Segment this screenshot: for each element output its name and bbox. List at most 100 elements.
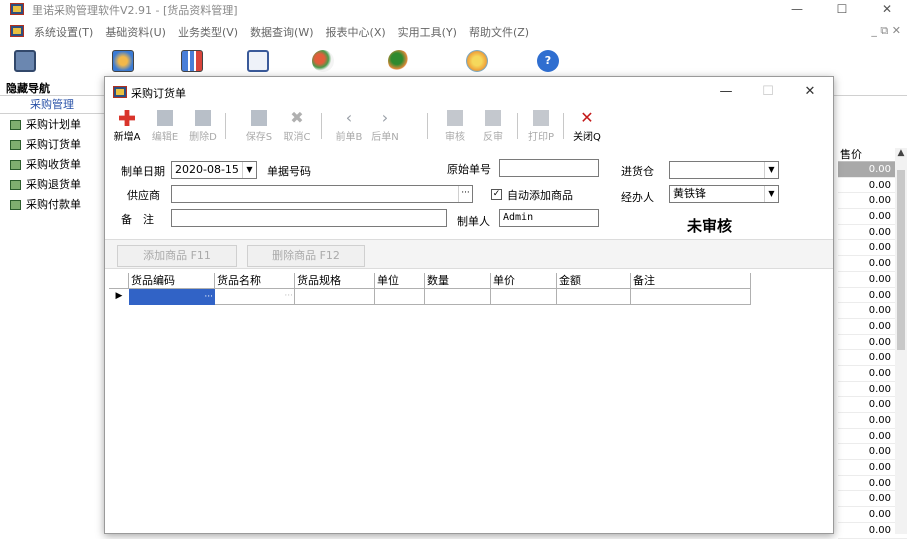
goods-button-bar: 添加商品 F11 删除商品 F12 — [105, 239, 833, 269]
minimize-button[interactable]: — — [777, 0, 817, 18]
scroll-thumb[interactable] — [897, 170, 905, 350]
col-quantity[interactable]: 数量 — [425, 273, 491, 289]
col-unit[interactable]: 单位 — [375, 273, 425, 289]
auto-add-label: 自动添加商品 — [507, 189, 573, 202]
maker-input[interactable]: Admin — [499, 209, 599, 227]
cell-remark[interactable] — [631, 289, 751, 305]
row-header-corner — [109, 273, 129, 289]
next-order-button[interactable]: › 后单N — [367, 109, 403, 144]
unaudit-icon — [485, 110, 501, 126]
remark-input[interactable] — [171, 209, 447, 227]
handler-value: 黄铁锋 — [673, 187, 706, 200]
menu-data-query[interactable]: 数据查询(W) — [250, 24, 313, 40]
supplier-lookup-button[interactable]: ··· — [458, 186, 472, 202]
menu-help[interactable]: 帮助文件(Z) — [469, 24, 529, 40]
close-order-button[interactable]: ✕ 关闭Q — [569, 108, 605, 144]
warehouse-select[interactable]: ▼ — [669, 161, 779, 179]
col-goods-code[interactable]: 货品编码 — [129, 273, 215, 289]
nav-item-label: 采购付款单 — [26, 198, 81, 211]
handler-label: 经办人 — [621, 191, 654, 204]
child-minimize-button[interactable]: — — [705, 77, 747, 107]
cell-goods-name[interactable]: ··· — [215, 289, 295, 305]
menu-basic-data[interactable]: 基础资料(U) — [105, 24, 166, 40]
col-unit-price[interactable]: 单价 — [491, 273, 557, 289]
auto-add-checkbox[interactable]: ✓ — [491, 189, 502, 200]
orig-no-input[interactable] — [499, 159, 599, 177]
add-goods-button[interactable]: 添加商品 F11 — [117, 245, 237, 267]
cell-amount[interactable] — [557, 289, 631, 305]
users-icon[interactable] — [388, 50, 410, 72]
nav-item-label: 采购订货单 — [26, 138, 81, 151]
handler-select[interactable]: 黄铁锋 ▼ — [669, 185, 779, 203]
unaudit-button[interactable]: 反审 — [475, 109, 511, 143]
date-picker[interactable]: 2020-08-15 ▼ — [171, 161, 257, 179]
cell-quantity[interactable] — [425, 289, 491, 305]
vertical-scrollbar[interactable]: ▲ — [895, 148, 907, 534]
menu-business-types[interactable]: 业务类型(V) — [178, 24, 238, 40]
menu-system-settings[interactable]: 系统设置(T) — [34, 24, 93, 40]
col-goods-name[interactable]: 货品名称 — [215, 273, 295, 289]
order-toolbar: 新增A 编辑E 删除D 保存S ✖ 取消C ‹ 前单B › 后单N 审核 反审 … — [105, 107, 833, 144]
table-header-row: 货品编码 货品名称 货品规格 单位 数量 单价 金额 备注 — [109, 273, 753, 289]
chevron-down-icon[interactable]: ▼ — [764, 186, 778, 202]
col-goods-spec[interactable]: 货品规格 — [295, 273, 375, 289]
cancel-button[interactable]: ✖ 取消C — [279, 109, 315, 144]
date-label: 制单日期 — [121, 165, 165, 178]
save-button[interactable]: 保存S — [241, 109, 277, 143]
maximize-button[interactable]: ☐ — [822, 0, 862, 18]
close-button[interactable]: ✕ — [867, 0, 907, 18]
supplier-input[interactable]: ··· — [171, 185, 473, 203]
cell-goods-code[interactable]: ··· — [129, 289, 215, 305]
chart-icon[interactable] — [181, 50, 203, 72]
child-close-button[interactable]: ✕ — [789, 77, 831, 107]
close-icon: ✕ — [580, 108, 594, 127]
hide-nav-label[interactable]: 隐藏导航 — [6, 80, 50, 96]
delete-button[interactable]: 删除D — [185, 109, 221, 143]
new-button[interactable]: 新增A — [109, 109, 145, 143]
delete-goods-button[interactable]: 删除商品 F12 — [247, 245, 365, 267]
table-row[interactable]: ▶ ··· ··· — [109, 289, 753, 305]
nav-item-purchase-payment[interactable]: 采购付款单 — [0, 196, 104, 214]
globe-icon[interactable] — [112, 50, 134, 72]
menu-report-center[interactable]: 报表中心(X) — [326, 24, 386, 40]
col-amount[interactable]: 金额 — [557, 273, 631, 289]
cell-unit[interactable] — [375, 289, 425, 305]
document-search-icon[interactable] — [247, 50, 269, 72]
prev-label: 前单B — [335, 132, 363, 143]
print-button[interactable]: 打印P — [523, 109, 559, 143]
app-logo-icon — [10, 3, 24, 15]
nav-item-purchase-receipt[interactable]: 采购收货单 — [0, 156, 104, 174]
menu-utilities[interactable]: 实用工具(Y) — [398, 24, 457, 40]
col-remark[interactable]: 备注 — [631, 273, 751, 289]
plus-icon — [119, 110, 135, 126]
app-menu-icon[interactable] — [10, 25, 24, 37]
mdi-controls[interactable]: _ ⧉ ✕ — [871, 24, 901, 38]
child-maximize-button[interactable]: ☐ — [747, 77, 789, 107]
prev-order-button[interactable]: ‹ 前单B — [331, 108, 367, 144]
monitor-icon[interactable] — [14, 50, 36, 72]
people-icon[interactable] — [312, 50, 334, 72]
nav-item-purchase-plan[interactable]: 采购计划单 — [0, 116, 104, 134]
chevron-down-icon[interactable]: ▼ — [764, 162, 778, 178]
cell-goods-spec[interactable] — [295, 289, 375, 305]
nav-item-label: 采购退货单 — [26, 178, 81, 191]
chevron-down-icon[interactable]: ▼ — [242, 162, 256, 178]
cell-lookup-button[interactable]: ··· — [204, 292, 213, 302]
palette-icon[interactable] — [466, 50, 488, 72]
nav-item-purchase-return[interactable]: 采购退货单 — [0, 176, 104, 194]
nav-item-purchase-order[interactable]: 采购订货单 — [0, 136, 104, 154]
edit-button[interactable]: 编辑E — [147, 109, 183, 143]
cell-unit-price[interactable] — [491, 289, 557, 305]
nav-header[interactable]: 采购管理 — [0, 96, 104, 114]
order-no-label: 单据号码 — [267, 165, 311, 178]
window-title: 里诺采购管理软件V2.91 - [货品资料管理] — [32, 4, 238, 17]
scroll-up-icon[interactable]: ▲ — [895, 148, 907, 158]
chevron-left-icon: ‹ — [345, 108, 353, 127]
cell-lookup-button[interactable]: ··· — [284, 291, 293, 301]
audit-button[interactable]: 审核 — [437, 109, 473, 143]
delete-icon — [195, 110, 211, 126]
toolbar-separator — [225, 113, 226, 139]
orig-no-label: 原始单号 — [447, 163, 491, 176]
help-icon[interactable]: ? — [537, 50, 559, 72]
audit-status: 未审核 — [687, 217, 733, 235]
